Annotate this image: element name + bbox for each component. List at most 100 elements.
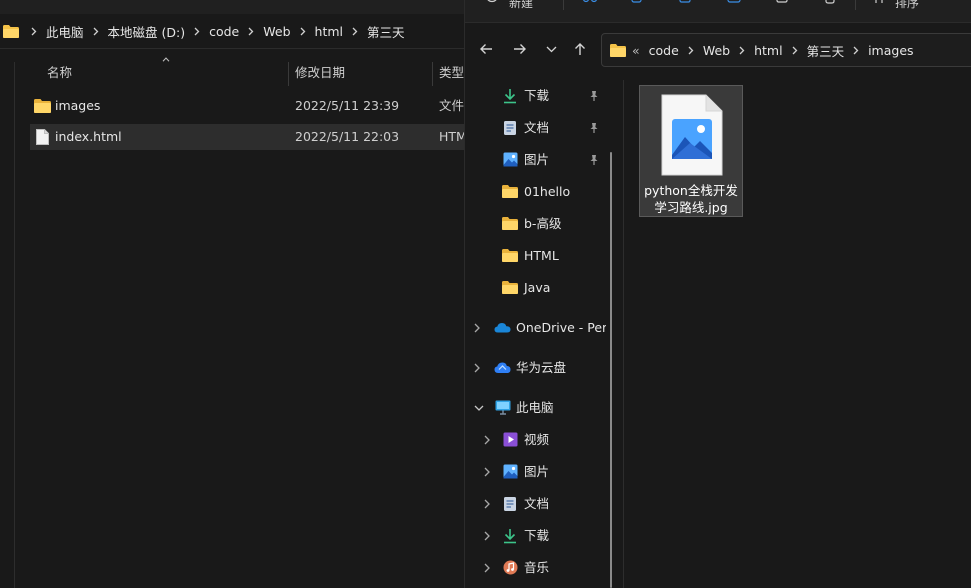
column-type[interactable]: 类型 [439, 60, 464, 86]
nav-item-music[interactable]: 音乐 [465, 555, 613, 581]
file-modified: 2022/5/11 22:03 [295, 129, 400, 144]
chevron-right-icon [242, 24, 260, 39]
nav-item-pictures[interactable]: 图片 [465, 147, 613, 173]
chevron-down-icon[interactable] [474, 405, 484, 411]
recent-locations-button[interactable] [539, 36, 563, 62]
copy-icon[interactable] [630, 0, 644, 5]
pin-icon[interactable] [589, 154, 599, 166]
column-name[interactable]: 名称 [47, 60, 72, 86]
breadcrumb-html[interactable]: html [751, 43, 785, 58]
column-divider[interactable] [288, 62, 289, 86]
nav-item-label: b-高级 [524, 216, 562, 231]
nav-item-label: OneDrive - Pers [516, 320, 606, 335]
pin-icon[interactable] [589, 122, 599, 134]
arrow-up-icon [575, 43, 585, 55]
nav-item-onedrive[interactable]: OneDrive - Pers [465, 315, 613, 341]
file-modified: 2022/5/11 23:39 [295, 98, 400, 113]
chevron-right-icon[interactable] [484, 531, 490, 541]
computer-icon [495, 400, 511, 415]
column-divider[interactable] [432, 62, 433, 86]
nav-item-this-pc[interactable]: 此电脑 [465, 395, 613, 421]
chevron-right-icon [733, 43, 751, 58]
left-explorer-window: 此电脑 本地磁盘 (D:) code Web html 第三天 名称 修改日期 … [0, 0, 464, 588]
cut-icon[interactable] [582, 0, 598, 5]
sort-up-icon [162, 57, 170, 62]
navigation-scrollbar[interactable] [610, 152, 612, 588]
sort-button[interactable]: 排序 [895, 0, 919, 12]
file-type: HTM [439, 129, 464, 144]
forward-button[interactable] [508, 36, 532, 62]
left-nav-pane-edge [14, 62, 15, 588]
nav-item-b-advanced[interactable]: b-高级 [465, 211, 613, 237]
folder-icon [34, 99, 51, 113]
nav-item-videos[interactable]: 视频 [465, 427, 613, 453]
chevron-right-icon[interactable] [484, 467, 490, 477]
nav-item-huawei-cloud[interactable]: 华为云盘 [465, 355, 613, 381]
folder-icon [502, 185, 518, 198]
breadcrumb-code[interactable]: code [646, 43, 682, 58]
chevron-right-icon[interactable] [484, 435, 490, 445]
nav-item-label: 文档 [524, 496, 550, 511]
share-icon[interactable] [775, 0, 789, 5]
breadcrumb-code[interactable]: code [206, 24, 242, 39]
file-row-index-html[interactable]: index.html 2022/5/11 22:03 HTM [30, 124, 464, 150]
pictures-icon [503, 464, 518, 479]
nav-item-java[interactable]: Java [465, 275, 613, 301]
nav-item-html[interactable]: HTML [465, 243, 613, 269]
breadcrumb-day3[interactable]: 第三天 [804, 41, 848, 60]
sort-icon[interactable] [872, 0, 886, 5]
nav-item-pc-pictures[interactable]: 图片 [465, 459, 613, 485]
chevron-right-icon[interactable] [484, 563, 490, 573]
breadcrumb-html[interactable]: html [312, 24, 346, 39]
chevron-right-icon [786, 43, 804, 58]
onedrive-icon [494, 322, 511, 333]
breadcrumb-images[interactable]: images [865, 43, 916, 58]
breadcrumb-overflow[interactable]: « [630, 43, 646, 58]
right-explorer-window: 新建 排序 « code Web html 第三天 images 下载 文档 图… [464, 0, 971, 588]
command-bar: 新建 排序 [465, 0, 971, 23]
left-title-strip [0, 0, 464, 14]
left-address-bar[interactable]: 此电脑 本地磁盘 (D:) code Web html 第三天 [0, 14, 464, 49]
chevron-right-icon[interactable] [484, 499, 490, 509]
folder-icon [502, 217, 518, 230]
breadcrumb-day3[interactable]: 第三天 [364, 22, 408, 41]
column-header: 名称 修改日期 类型 [30, 57, 464, 86]
nav-item-01hello[interactable]: 01hello [465, 179, 613, 205]
nav-item-pc-documents[interactable]: 文档 [465, 491, 613, 517]
nav-item-downloads[interactable]: 下载 [465, 83, 613, 109]
breadcrumb-this-pc[interactable]: 此电脑 [43, 22, 87, 41]
breadcrumb-drive-d[interactable]: 本地磁盘 (D:) [105, 22, 189, 41]
chevron-right-icon[interactable] [474, 363, 480, 373]
file-row-images[interactable]: images 2022/5/11 23:39 文件 [30, 93, 464, 119]
pane-divider[interactable] [623, 80, 624, 588]
paste-icon[interactable] [678, 0, 692, 5]
nav-item-label: Java [524, 280, 551, 295]
breadcrumb-web[interactable]: Web [700, 43, 733, 58]
nav-item-label: 音乐 [524, 560, 550, 575]
nav-item-label: 此电脑 [516, 400, 554, 415]
videos-icon [503, 432, 518, 447]
music-icon [503, 560, 518, 575]
chevron-down-icon [546, 46, 556, 52]
new-button[interactable]: 新建 [509, 0, 533, 12]
file-tile-python-roadmap[interactable]: python全栈开发 学习路线.jpg [639, 85, 743, 217]
up-button[interactable] [568, 36, 592, 62]
file-name: index.html [55, 129, 122, 144]
document-icon [503, 496, 517, 512]
nav-item-label: 文档 [524, 120, 550, 135]
back-button[interactable] [474, 36, 498, 62]
pin-icon[interactable] [589, 90, 599, 102]
right-address-bar[interactable]: « code Web html 第三天 images [601, 33, 971, 67]
rename-icon[interactable] [727, 0, 741, 5]
nav-item-documents[interactable]: 文档 [465, 115, 613, 141]
navigation-pane: 下载 文档 图片 01hello b-高级 HTML Java OneDrive… [465, 70, 623, 588]
breadcrumb-web[interactable]: Web [260, 24, 293, 39]
new-icon[interactable] [485, 0, 499, 4]
column-modified[interactable]: 修改日期 [295, 60, 345, 86]
chevron-right-icon[interactable] [474, 323, 480, 333]
nav-item-pc-downloads[interactable]: 下载 [465, 523, 613, 549]
image-file-icon [660, 93, 724, 177]
nav-item-label: 华为云盘 [516, 360, 567, 375]
delete-icon[interactable] [823, 0, 837, 5]
nav-item-label: 下载 [524, 88, 550, 103]
